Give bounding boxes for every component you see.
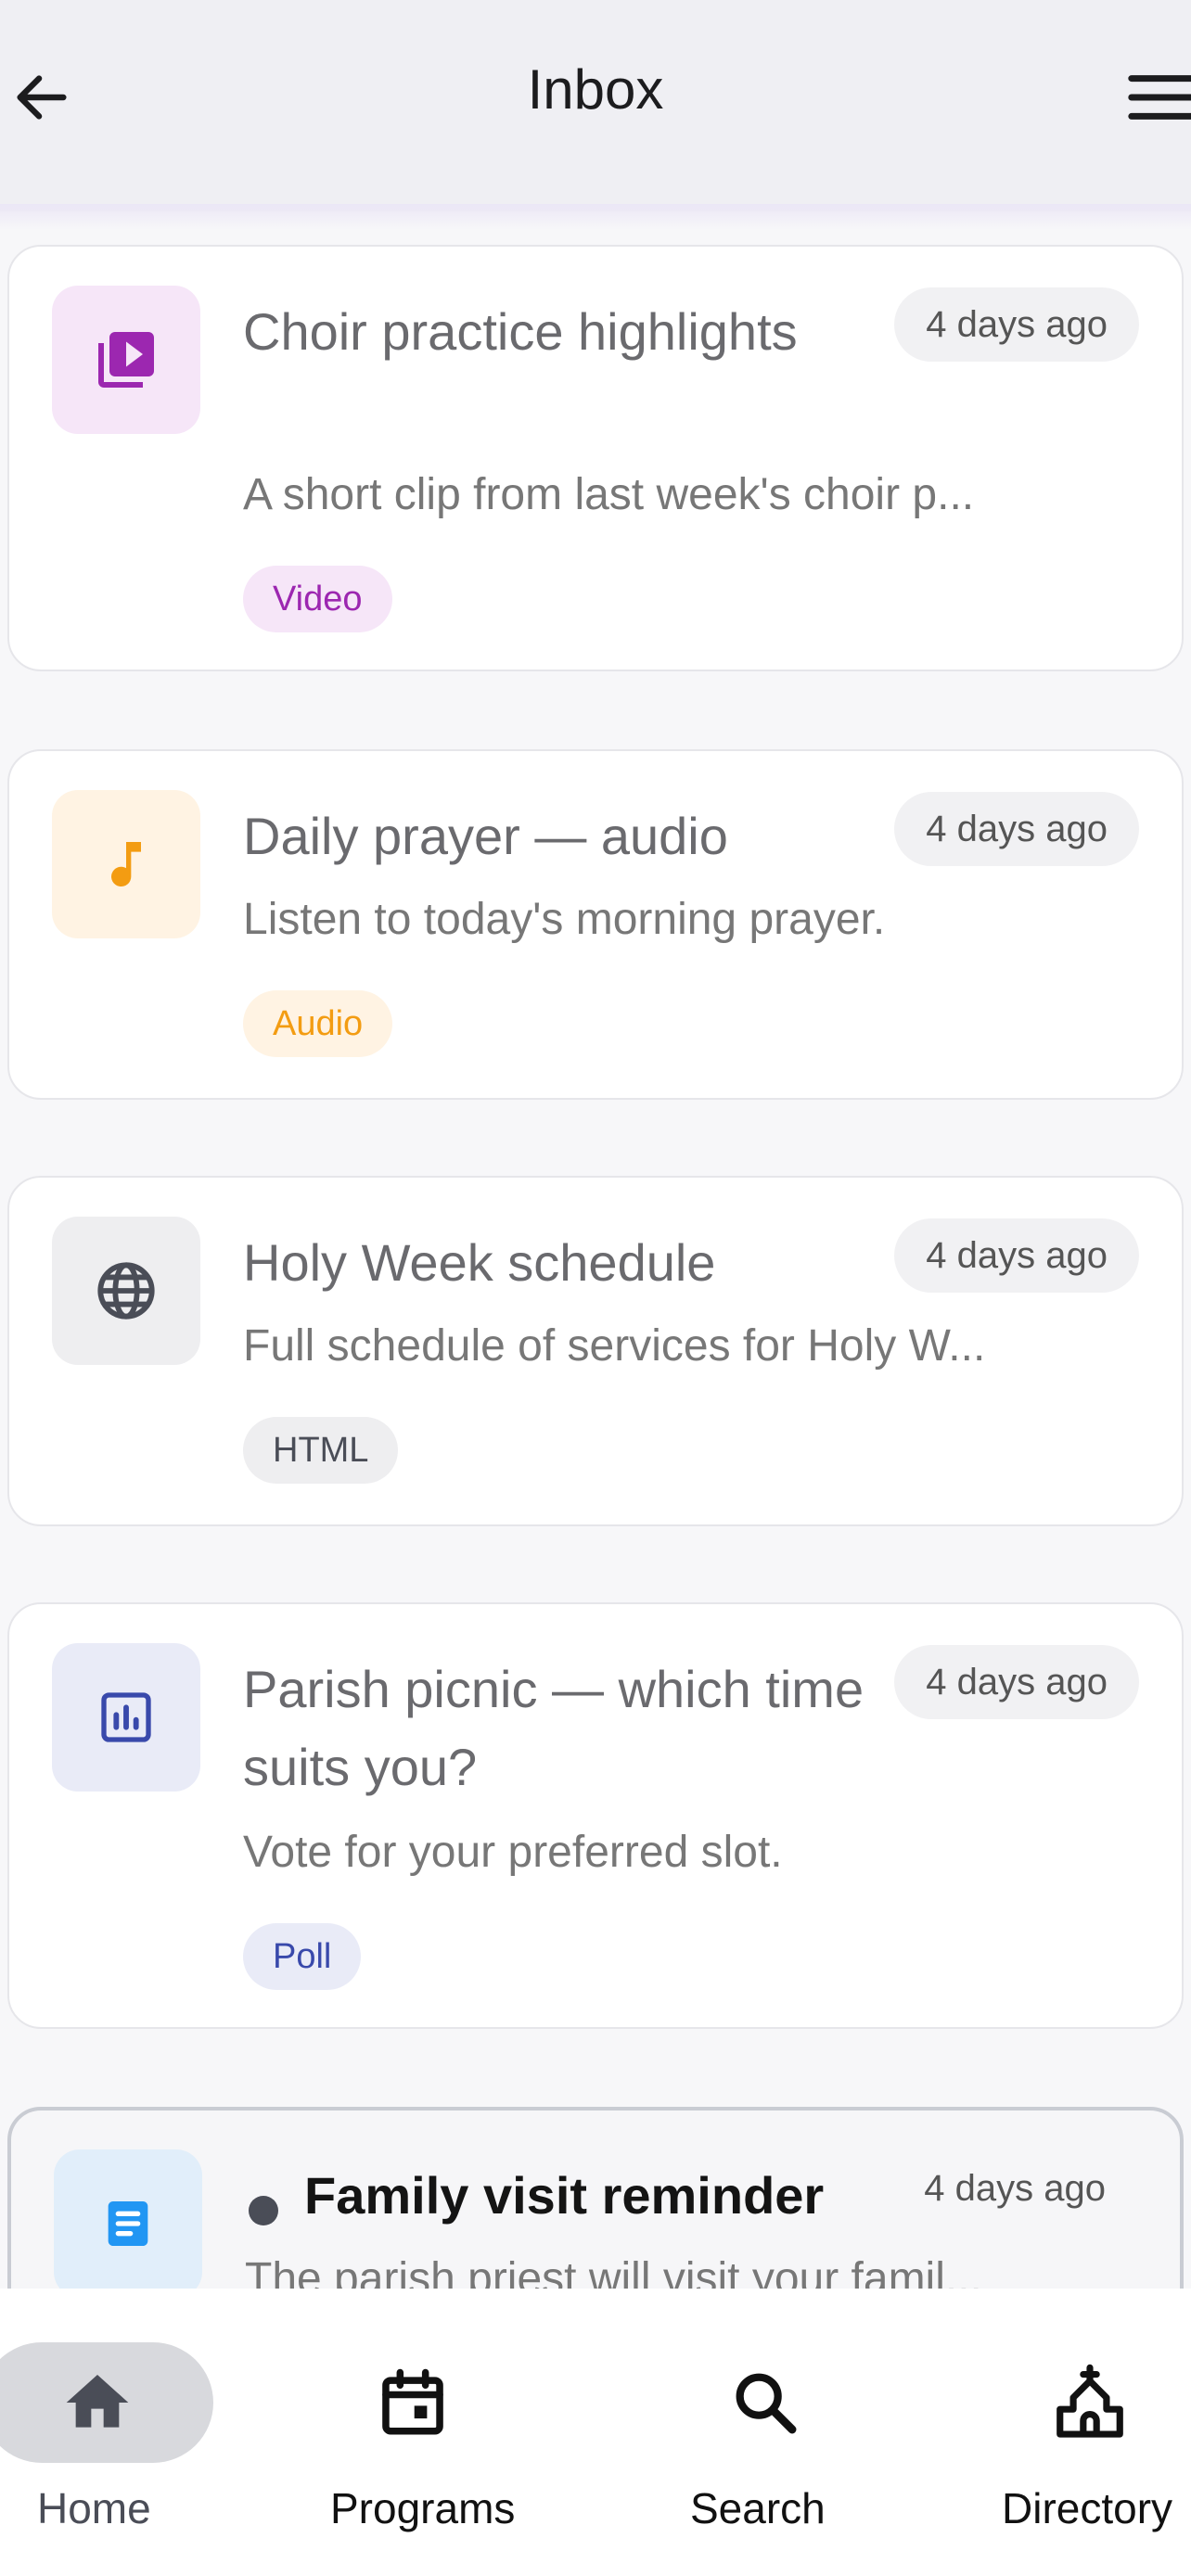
message-type-icon-box <box>52 1643 200 1792</box>
church-icon <box>1057 2364 1123 2438</box>
message-snippet: Vote for your preferred slot. <box>243 1828 783 1877</box>
search-icon <box>736 2373 797 2434</box>
nav-item-home[interactable]: Home <box>0 2289 241 2576</box>
message-snippet: A short clip from last week's choir p... <box>243 470 975 519</box>
bottom-navigation-bar: Home Programs Search Directory <box>0 2289 1191 2576</box>
nav-label-search: Search <box>690 2484 826 2532</box>
nav-label-directory: Directory <box>1002 2484 1173 2532</box>
message-time: 4 days ago <box>894 1218 1139 1293</box>
nav-icon-wrap <box>352 2342 473 2463</box>
message-time: 4 days ago <box>924 2168 1106 2209</box>
nav-icon-wrap <box>705 2342 826 2463</box>
top-app-bar: Inbox <box>0 0 1191 230</box>
menu-button[interactable] <box>1117 56 1191 139</box>
poll-chart-icon <box>101 1692 151 1742</box>
message-title: Parish picnic — which time suits you? <box>243 1660 864 1796</box>
music-note-icon <box>111 842 141 887</box>
message-title: Choir practice highlights <box>243 302 798 361</box>
message-type-badge: HTML <box>243 1417 399 1484</box>
message-type-icon-box <box>52 1217 200 1365</box>
message-title: Holy Week schedule <box>243 1233 716 1292</box>
message-type-icon-box <box>52 790 200 938</box>
globe-icon <box>97 1262 155 1320</box>
nav-item-search[interactable]: Search <box>668 2289 872 2576</box>
message-title: Daily prayer — audio <box>243 807 728 865</box>
message-type-badge: Poll <box>243 1923 362 1990</box>
video-library-icon <box>98 332 154 388</box>
nav-label-programs: Programs <box>330 2484 516 2532</box>
page-title: Inbox <box>527 58 664 121</box>
nav-item-programs[interactable]: Programs <box>306 2289 557 2576</box>
hamburger-menu-icon <box>1128 75 1191 120</box>
message-title: Family visit reminder <box>304 2166 825 2225</box>
nav-label-home: Home <box>37 2484 151 2532</box>
message-type-badge: Audio <box>243 990 393 1057</box>
nav-item-directory[interactable]: Directory <box>983 2289 1191 2576</box>
message-card-html[interactable]: Holy Week schedule 4 days ago Full sched… <box>7 1176 1184 1526</box>
header-shadow <box>0 204 1191 230</box>
message-time: 4 days ago <box>894 287 1139 362</box>
message-time: 4 days ago <box>894 1645 1139 1719</box>
message-type-icon-box <box>52 286 200 434</box>
home-icon <box>66 2375 129 2428</box>
message-snippet: Listen to today's morning prayer. <box>243 895 886 944</box>
message-time: 4 days ago <box>894 792 1139 866</box>
nav-active-indicator <box>0 2342 213 2463</box>
message-card-video[interactable]: Choir practice highlights 4 days ago A s… <box>7 245 1184 671</box>
message-type-badge: Video <box>243 566 392 632</box>
message-snippet: Full schedule of services for Holy W... <box>243 1321 986 1371</box>
message-card-audio[interactable]: Daily prayer — audio 4 days ago Listen t… <box>7 749 1184 1100</box>
message-type-icon-box <box>54 2149 202 2298</box>
nav-icon-wrap <box>1030 2342 1150 2463</box>
message-card-poll[interactable]: Parish picnic — which time suits you? 4 … <box>7 1602 1184 2029</box>
document-icon <box>108 2201 148 2246</box>
calendar-icon <box>382 2368 443 2435</box>
unread-indicator-dot <box>249 2196 278 2225</box>
